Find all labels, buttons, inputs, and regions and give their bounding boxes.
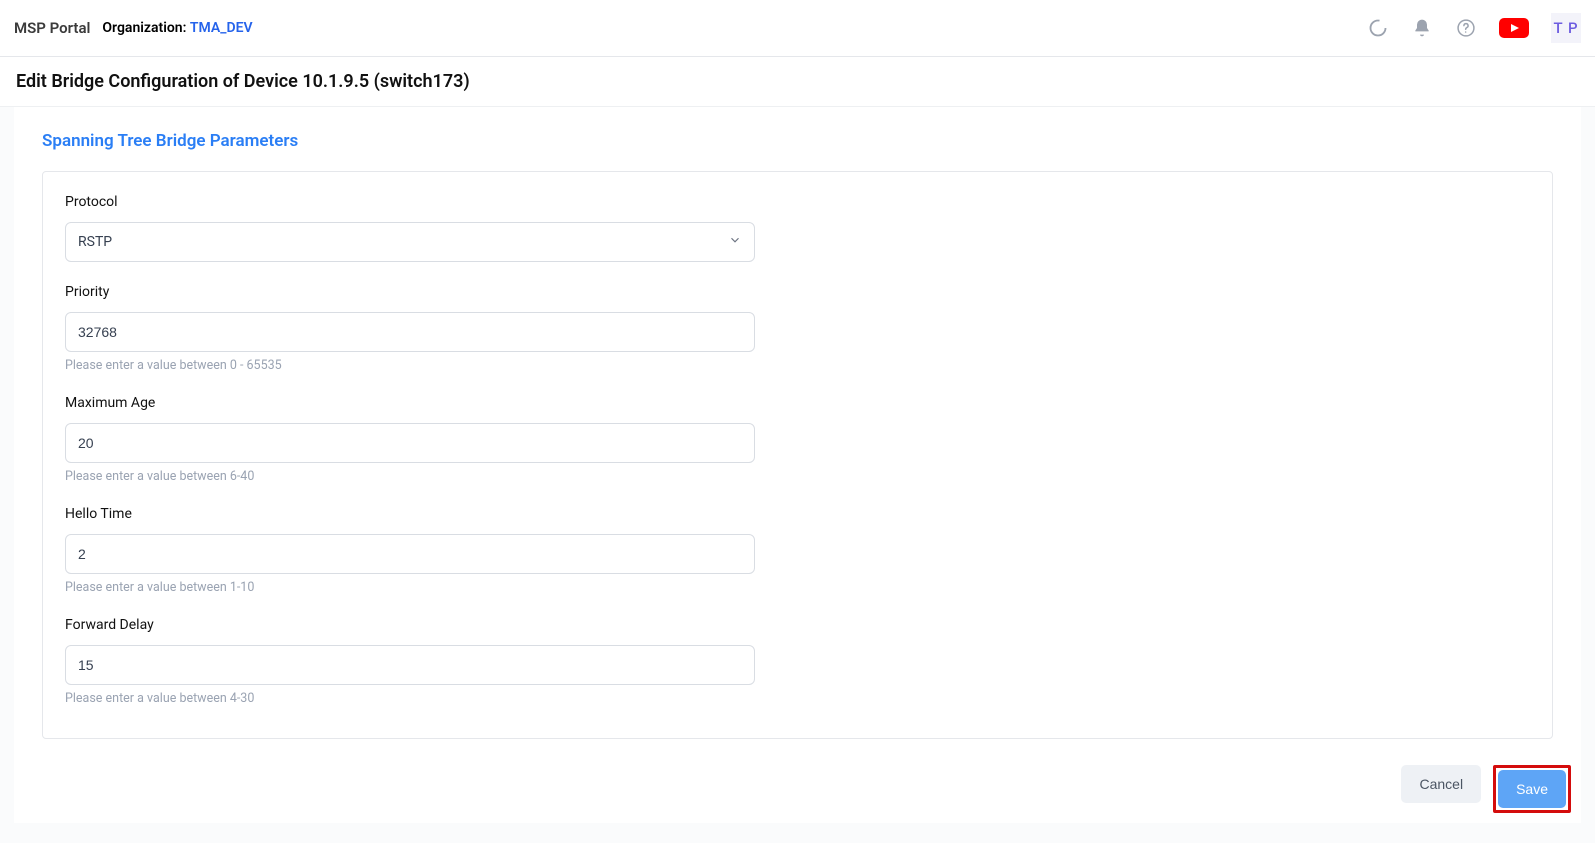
maximum-age-label: Maximum Age <box>65 395 765 411</box>
maximum-age-input-wrap <box>65 423 755 463</box>
cancel-button[interactable]: Cancel <box>1401 765 1481 803</box>
priority-input[interactable] <box>78 313 742 351</box>
protocol-field-group: Protocol RSTP <box>65 194 765 262</box>
priority-field-group: Priority Please enter a value between 0 … <box>65 284 765 373</box>
priority-help: Please enter a value between 0 - 65535 <box>65 358 765 373</box>
priority-label: Priority <box>65 284 765 300</box>
org-block: Organization: TMA_DEV <box>102 20 252 36</box>
forward-delay-label: Forward Delay <box>65 617 765 633</box>
hello-time-field-group: Hello Time Please enter a value between … <box>65 506 765 595</box>
content: Spanning Tree Bridge Parameters Protocol… <box>0 106 1595 843</box>
panel-body: Protocol RSTP Priority Please enter a va… <box>42 171 1553 739</box>
bridge-params-panel: Spanning Tree Bridge Parameters Protocol… <box>14 107 1581 823</box>
forward-delay-input[interactable] <box>78 646 742 684</box>
help-icon[interactable] <box>1455 17 1477 39</box>
protocol-select[interactable]: RSTP <box>65 222 755 262</box>
user-avatar[interactable]: T P <box>1551 13 1581 43</box>
hello-time-label: Hello Time <box>65 506 765 522</box>
loading-icon[interactable] <box>1367 17 1389 39</box>
org-value[interactable]: TMA_DEV <box>190 20 253 36</box>
panel-title: Spanning Tree Bridge Parameters <box>14 107 1581 171</box>
footer-actions: Cancel Save <box>14 739 1581 823</box>
save-button-highlight: Save <box>1493 765 1571 813</box>
chevron-down-icon <box>728 233 742 251</box>
header-right: T P <box>1367 13 1581 43</box>
hello-time-help: Please enter a value between 1-10 <box>65 580 765 595</box>
priority-input-wrap <box>65 312 755 352</box>
hello-time-input-wrap <box>65 534 755 574</box>
forward-delay-help: Please enter a value between 4-30 <box>65 691 765 706</box>
org-label: Organization: <box>102 20 186 36</box>
protocol-value: RSTP <box>78 234 112 250</box>
app-header: MSP Portal Organization: TMA_DEV T P <box>0 0 1595 57</box>
save-button[interactable]: Save <box>1498 770 1566 808</box>
header-left: MSP Portal Organization: TMA_DEV <box>14 19 253 37</box>
hello-time-input[interactable] <box>78 535 742 573</box>
forward-delay-input-wrap <box>65 645 755 685</box>
maximum-age-help: Please enter a value between 6-40 <box>65 469 765 484</box>
page-title-bar: Edit Bridge Configuration of Device 10.1… <box>0 57 1595 106</box>
bell-icon[interactable] <box>1411 17 1433 39</box>
forward-delay-field-group: Forward Delay Please enter a value betwe… <box>65 617 765 706</box>
brand-label: MSP Portal <box>14 19 90 37</box>
page-title: Edit Bridge Configuration of Device 10.1… <box>16 71 1579 92</box>
protocol-label: Protocol <box>65 194 765 210</box>
youtube-icon[interactable] <box>1499 18 1529 38</box>
maximum-age-input[interactable] <box>78 424 742 462</box>
maximum-age-field-group: Maximum Age Please enter a value between… <box>65 395 765 484</box>
